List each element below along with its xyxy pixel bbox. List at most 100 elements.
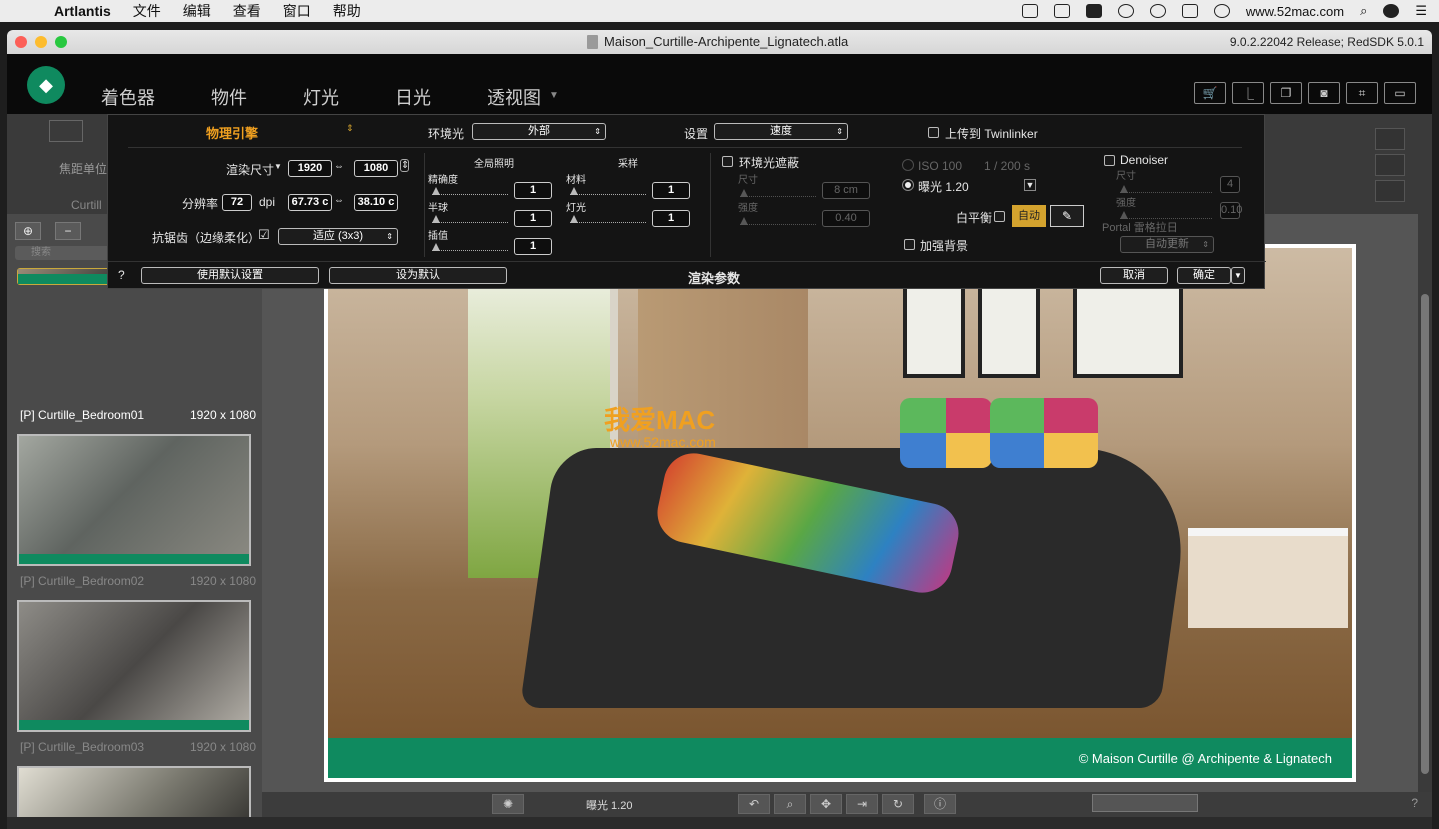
samp-material-field[interactable]: 1 xyxy=(652,182,690,199)
undo-icon[interactable]: ↶ xyxy=(738,794,770,814)
add-camera-icon[interactable]: ⊕ xyxy=(15,222,41,240)
scrollbar-thumb[interactable] xyxy=(1421,294,1429,774)
remove-button[interactable]: − xyxy=(55,222,81,240)
camera-icon[interactable]: ◙ xyxy=(1308,82,1340,104)
dpi-field[interactable]: 72 xyxy=(222,194,252,211)
info-icon[interactable]: ⓘ xyxy=(924,794,956,814)
aa-select[interactable]: 适应 (3x3) ⇕ xyxy=(278,228,398,245)
chevron-down-icon[interactable]: ▼ xyxy=(274,162,282,171)
status-icon[interactable] xyxy=(1085,4,1102,18)
siri-icon[interactable] xyxy=(1383,4,1400,18)
tab-lights[interactable]: 灯光 xyxy=(303,84,339,110)
list-icon[interactable]: ☰ xyxy=(1415,3,1427,19)
help-icon[interactable]: ? xyxy=(118,268,125,282)
stepper-icon[interactable]: ⇕ xyxy=(400,159,409,172)
menu-file[interactable]: 文件 xyxy=(133,1,161,21)
samp-light-field[interactable]: 1 xyxy=(652,210,690,227)
menu-window[interactable]: 窗口 xyxy=(283,1,311,21)
exposure-value[interactable]: 曝光 1.20 xyxy=(918,178,969,195)
height-field[interactable]: 1080 xyxy=(354,160,398,177)
status-icon[interactable] xyxy=(1053,4,1070,18)
tab-sun[interactable]: 日光 xyxy=(395,84,431,110)
status-icon[interactable] xyxy=(1213,4,1230,18)
menu-edit[interactable]: 编辑 xyxy=(183,1,211,21)
help-icon[interactable]: ? xyxy=(1411,796,1418,810)
artlantis-logo-icon[interactable]: ◆ xyxy=(27,66,65,104)
shutter-value[interactable]: 1 / 200 s xyxy=(984,159,1030,173)
gi-interp-field[interactable]: 1 xyxy=(514,238,552,255)
aperture-icon[interactable]: ✺ xyxy=(492,794,524,814)
gi-hemi-slider[interactable] xyxy=(432,211,508,223)
iso-value[interactable]: ISO 100 xyxy=(918,159,962,173)
ao-checkbox[interactable] xyxy=(722,156,733,167)
upload-checkbox[interactable] xyxy=(928,127,939,138)
cart-icon[interactable]: 🛒 xyxy=(1194,82,1226,104)
print-width-field[interactable]: 67.73 c xyxy=(288,194,332,211)
menu-view[interactable]: 查看 xyxy=(233,1,261,21)
width-field[interactable]: 1920 xyxy=(288,160,332,177)
ao-size-field[interactable]: 8 cm xyxy=(822,182,870,199)
status-icon[interactable] xyxy=(1021,4,1038,18)
zoom-slider[interactable] xyxy=(1092,794,1198,812)
engine-selector[interactable]: 物理引擎 xyxy=(206,123,258,142)
aa-checkbox[interactable]: ☑ xyxy=(258,227,270,243)
exposure-radio[interactable] xyxy=(902,179,914,191)
bg-boost-checkbox[interactable] xyxy=(904,239,915,250)
ok-button[interactable]: 确定 xyxy=(1177,267,1231,284)
samp-light-slider[interactable] xyxy=(570,211,646,223)
close-button[interactable] xyxy=(15,36,27,48)
ao-strength-slider[interactable] xyxy=(740,213,816,225)
chevron-down-icon[interactable]: ▼ xyxy=(1231,267,1245,284)
portal-select[interactable]: 自动更新 ⇕ xyxy=(1120,236,1214,253)
wb-checkbox[interactable] xyxy=(994,211,1005,222)
dn-size-slider[interactable] xyxy=(1120,181,1212,193)
windows-icon[interactable]: ❐ xyxy=(1270,82,1302,104)
move-icon[interactable]: ✥ xyxy=(810,794,842,814)
fit-icon[interactable]: ⇥ xyxy=(846,794,878,814)
settings-select[interactable]: 速度 ⇕ xyxy=(714,123,848,140)
grid-icon[interactable] xyxy=(1375,128,1405,150)
minimize-button[interactable] xyxy=(35,36,47,48)
exposure-readout[interactable]: 曝光 1.20 xyxy=(586,797,632,813)
render-icon[interactable]: ⎿ xyxy=(1232,82,1264,104)
tab-objects[interactable]: 物件 xyxy=(211,84,247,110)
link-icon[interactable]: ⇔ xyxy=(334,195,344,206)
render-viewport[interactable]: 我爱MAC www.52mac.com © Maison Curtille @ … xyxy=(262,214,1418,792)
cancel-button[interactable]: 取消 xyxy=(1100,267,1168,284)
set-default-button[interactable]: 设为默认 xyxy=(329,267,507,284)
gear-icon[interactable] xyxy=(1375,180,1405,202)
ao-size-slider[interactable] xyxy=(740,185,816,197)
gi-hemi-field[interactable]: 1 xyxy=(514,210,552,227)
tab-perspective[interactable]: 透视图 xyxy=(487,84,541,110)
view-thumbnail[interactable] xyxy=(17,434,251,566)
eyedropper-icon[interactable]: ✎ xyxy=(1050,205,1084,227)
gi-interp-slider[interactable] xyxy=(432,239,508,251)
iso-radio[interactable] xyxy=(902,159,914,171)
dn-strength-slider[interactable] xyxy=(1120,207,1212,219)
search-icon[interactable]: ⌕ xyxy=(1360,3,1367,19)
chevron-down-icon[interactable]: ▼ xyxy=(1024,179,1036,191)
crop-icon[interactable]: ⌗ xyxy=(1346,82,1378,104)
chevron-updown-icon[interactable]: ⇕ xyxy=(346,123,354,134)
dn-size-field[interactable]: 4 xyxy=(1220,176,1240,193)
clock-icon[interactable] xyxy=(1117,4,1134,18)
curve-icon[interactable] xyxy=(1375,154,1405,176)
battery-icon[interactable] xyxy=(1181,4,1198,18)
zoom-button[interactable] xyxy=(55,36,67,48)
zoom-icon[interactable]: ⌕ xyxy=(774,794,806,814)
view-thumbnail[interactable] xyxy=(17,766,251,817)
gi-precision-slider[interactable] xyxy=(432,183,508,195)
console-icon[interactable]: ▭ xyxy=(1384,82,1416,104)
samp-material-slider[interactable] xyxy=(570,183,646,195)
view-thumbnail[interactable] xyxy=(17,600,251,732)
env-select[interactable]: 外部 ⇕ xyxy=(472,123,606,140)
denoiser-checkbox[interactable] xyxy=(1104,155,1115,166)
wifi-icon[interactable] xyxy=(1149,4,1166,18)
chevron-down-icon[interactable]: ▼ xyxy=(549,90,559,110)
ao-strength-field[interactable]: 0.40 xyxy=(822,210,870,227)
dn-strength-field[interactable]: 0.10 xyxy=(1220,202,1242,219)
gi-precision-field[interactable]: 1 xyxy=(514,182,552,199)
use-default-button[interactable]: 使用默认设置 xyxy=(141,267,319,284)
tab-shaders[interactable]: 着色器 xyxy=(101,84,155,110)
print-height-field[interactable]: 38.10 c xyxy=(354,194,398,211)
